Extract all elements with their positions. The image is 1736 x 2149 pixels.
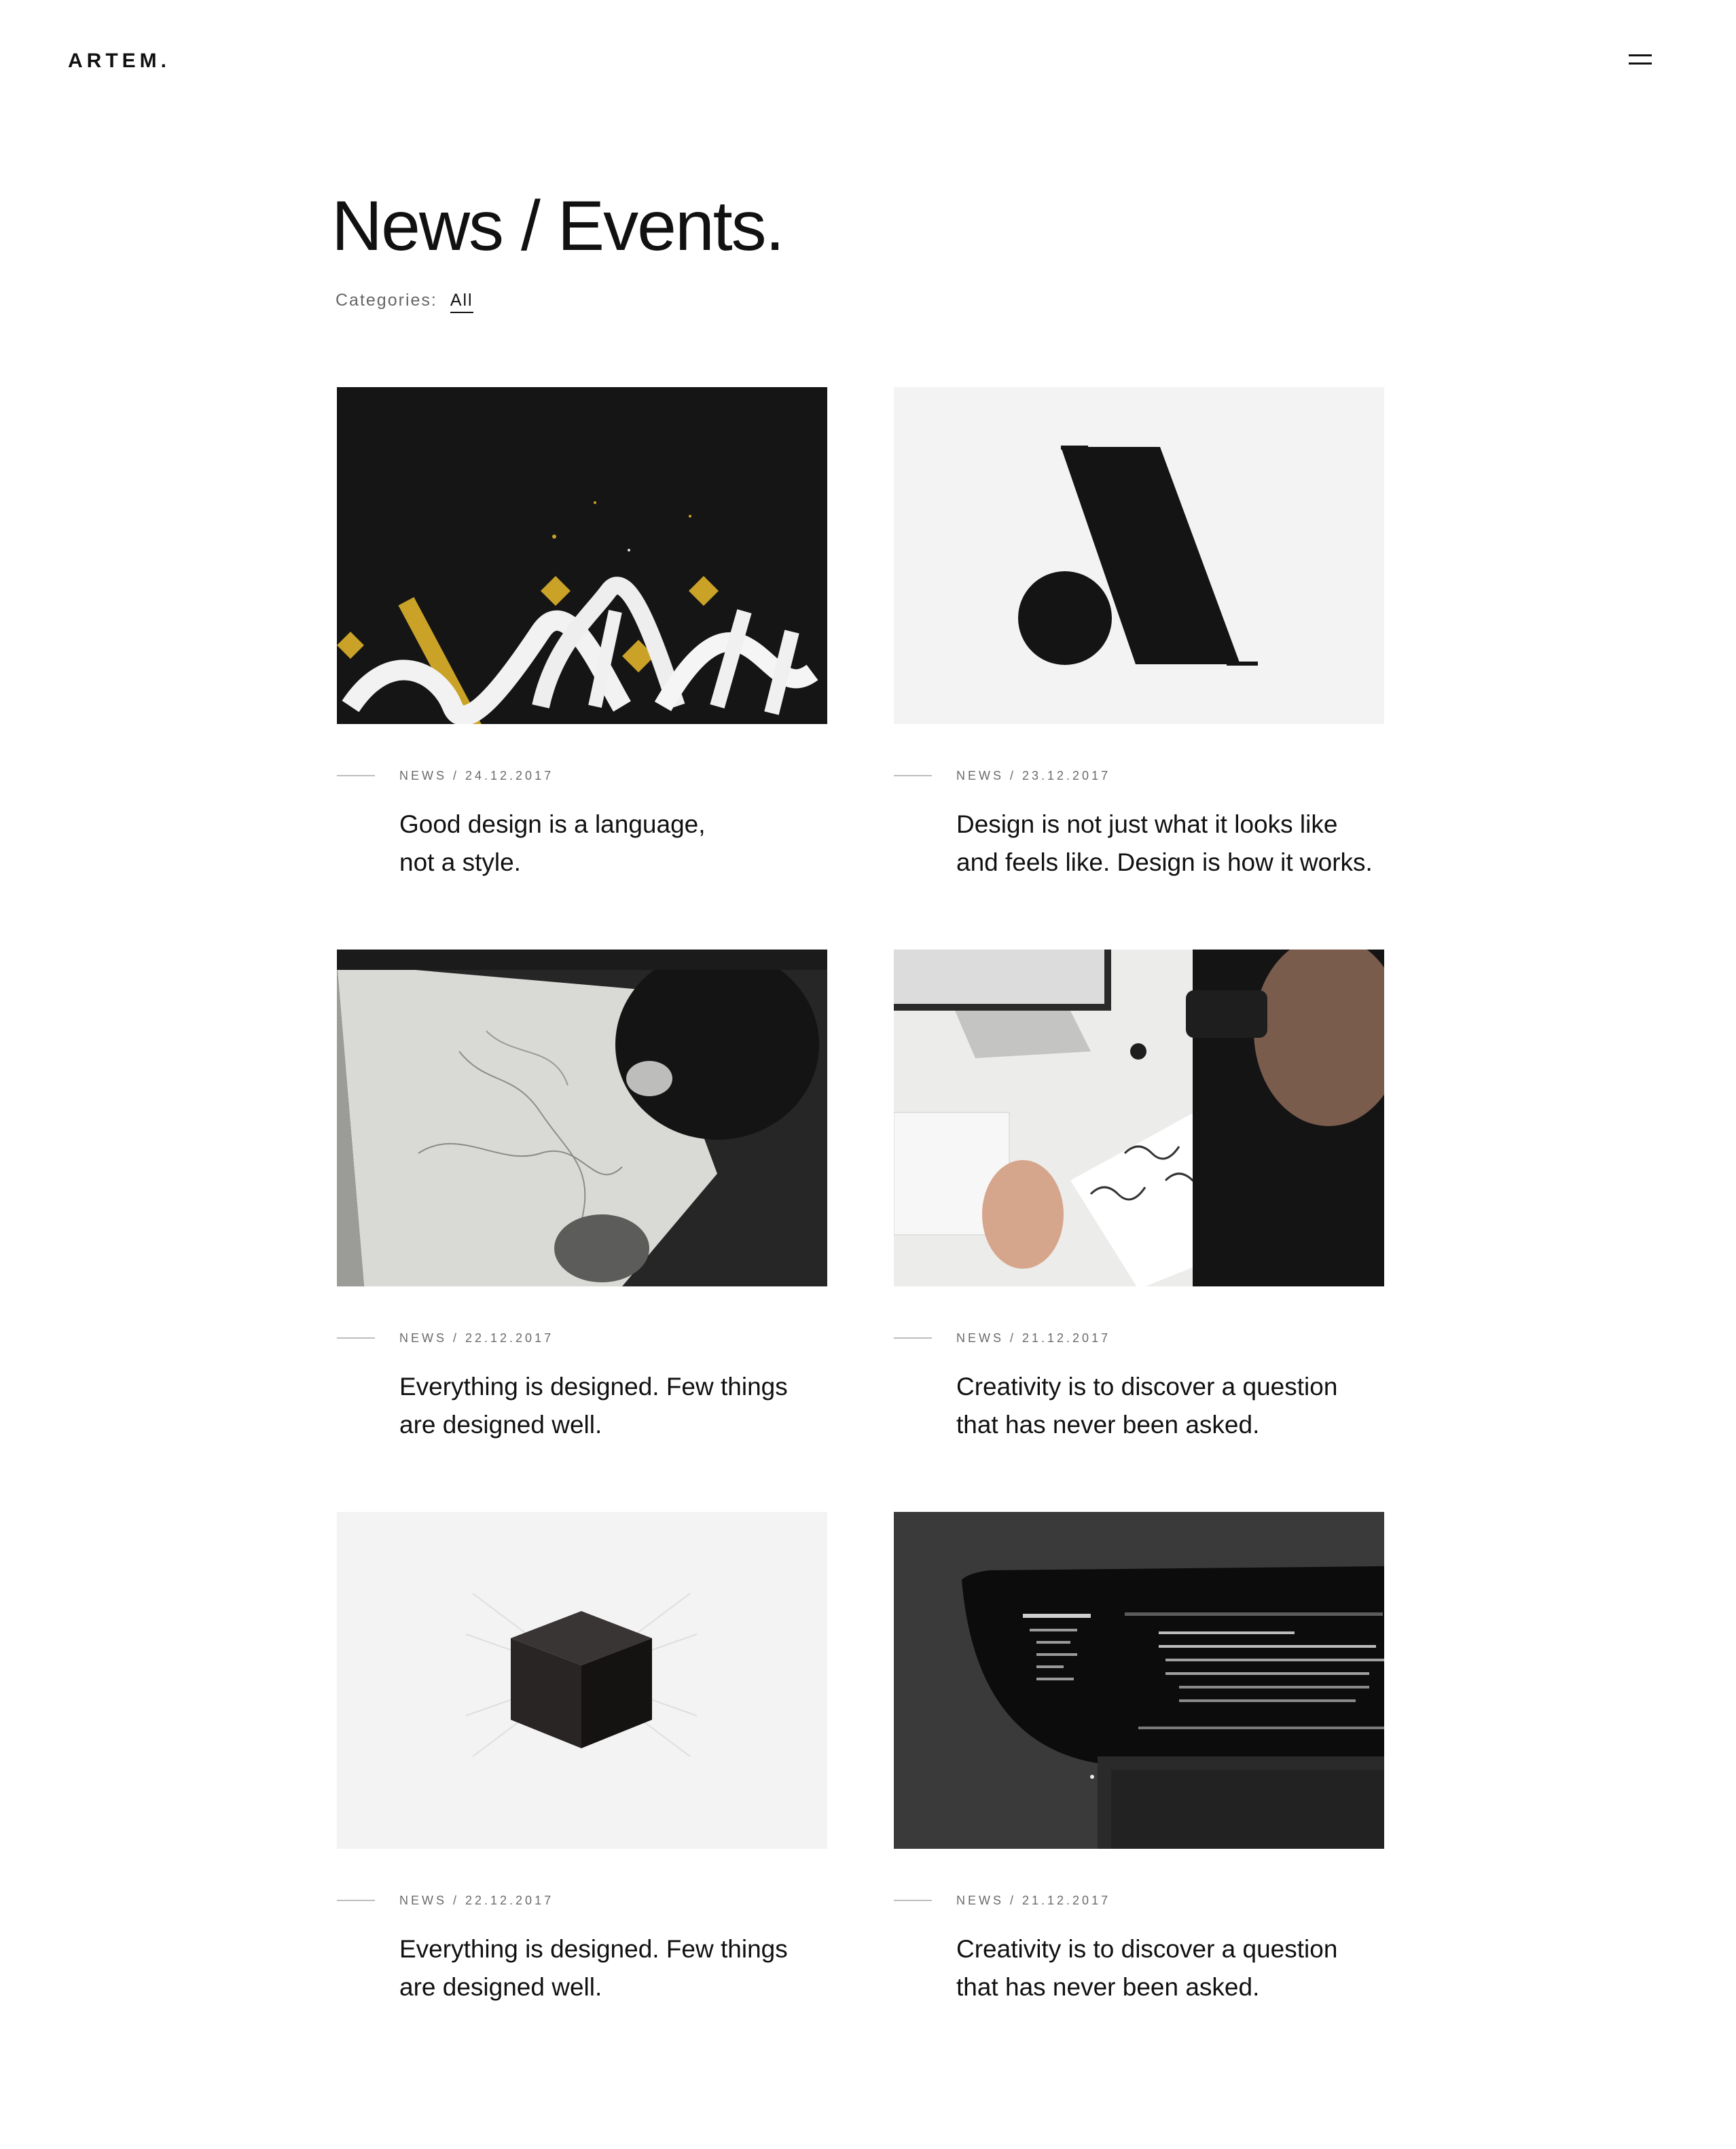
person-drawing-sketch-image: [337, 950, 827, 1286]
news-card[interactable]: NEWS / 23.12.2017 Design is not just wha…: [894, 387, 1384, 931]
news-card-image[interactable]: [894, 387, 1384, 724]
news-card-image[interactable]: [894, 1512, 1384, 1849]
black-cube-render-image: [337, 1512, 827, 1849]
post-title-line: are designed well.: [399, 1973, 602, 2001]
letter-a-logo-mark-image: [894, 387, 1384, 724]
post-title-line: that has never been asked.: [956, 1973, 1260, 2001]
post-title-line: Creativity is to discover a question: [956, 1935, 1338, 1963]
post-title-line: Design is not just what it looks like: [956, 810, 1338, 838]
post-title[interactable]: Design is not just what it looks like an…: [956, 806, 1418, 882]
post-title-line: are designed well.: [399, 1411, 602, 1439]
categories-label: Categories:: [336, 291, 437, 310]
post-title-line: not a style.: [399, 848, 521, 876]
post-title[interactable]: Everything is designed. Few things are d…: [399, 1368, 861, 1444]
laptop-code-editor-image: [894, 1512, 1384, 1849]
news-card[interactable]: NEWS / 21.12.2017 Creativity is to disco…: [894, 950, 1384, 1493]
category-link-all[interactable]: All: [450, 291, 473, 313]
news-card[interactable]: NEWS / 24.12.2017 Good design is a langu…: [337, 387, 827, 931]
news-card[interactable]: NEWS / 22.12.2017 Everything is designed…: [337, 950, 827, 1493]
post-meta: NEWS / 22.12.2017: [399, 1894, 554, 1907]
post-meta: NEWS / 21.12.2017: [956, 1894, 1111, 1907]
meta-divider: [337, 775, 375, 776]
hamburger-menu-icon[interactable]: [1629, 50, 1654, 69]
post-meta: NEWS / 22.12.2017: [399, 1331, 554, 1345]
post-title-line: Good design is a language,: [399, 810, 706, 838]
gold-calligraphy-on-black-image: [337, 387, 827, 724]
category-filter: Categories: All: [336, 288, 473, 313]
post-meta: NEWS / 24.12.2017: [399, 769, 554, 782]
logo[interactable]: ARTEM.: [68, 48, 170, 75]
meta-divider: [894, 775, 932, 776]
meta-divider: [894, 1337, 932, 1339]
meta-divider: [337, 1900, 375, 1901]
meta-divider: [894, 1900, 932, 1901]
news-card[interactable]: NEWS / 21.12.2017 Creativity is to disco…: [894, 1512, 1384, 2055]
post-title[interactable]: Everything is designed. Few things are d…: [399, 1930, 861, 2006]
hand-lettering-at-desk-image: [894, 950, 1384, 1286]
post-title-line: Everything is designed. Few things: [399, 1373, 788, 1401]
post-title[interactable]: Creativity is to discover a question tha…: [956, 1930, 1418, 2006]
meta-divider: [337, 1337, 375, 1339]
post-title-line: that has never been asked.: [956, 1411, 1260, 1439]
post-title-line: Everything is designed. Few things: [399, 1935, 788, 1963]
post-meta: NEWS / 21.12.2017: [956, 1331, 1111, 1345]
post-title-line: and feels like. Design is how it works.: [956, 848, 1373, 876]
page-title: News / Events.: [331, 187, 785, 266]
post-title-line: Creativity is to discover a question: [956, 1373, 1338, 1401]
news-card-image[interactable]: [337, 1512, 827, 1849]
news-card-image[interactable]: [894, 950, 1384, 1286]
news-card[interactable]: NEWS / 22.12.2017 Everything is designed…: [337, 1512, 827, 2055]
post-title[interactable]: Creativity is to discover a question tha…: [956, 1368, 1418, 1444]
post-title[interactable]: Good design is a language, not a style.: [399, 806, 861, 882]
post-meta: NEWS / 23.12.2017: [956, 769, 1111, 782]
news-card-image[interactable]: [337, 387, 827, 724]
news-card-image[interactable]: [337, 950, 827, 1286]
